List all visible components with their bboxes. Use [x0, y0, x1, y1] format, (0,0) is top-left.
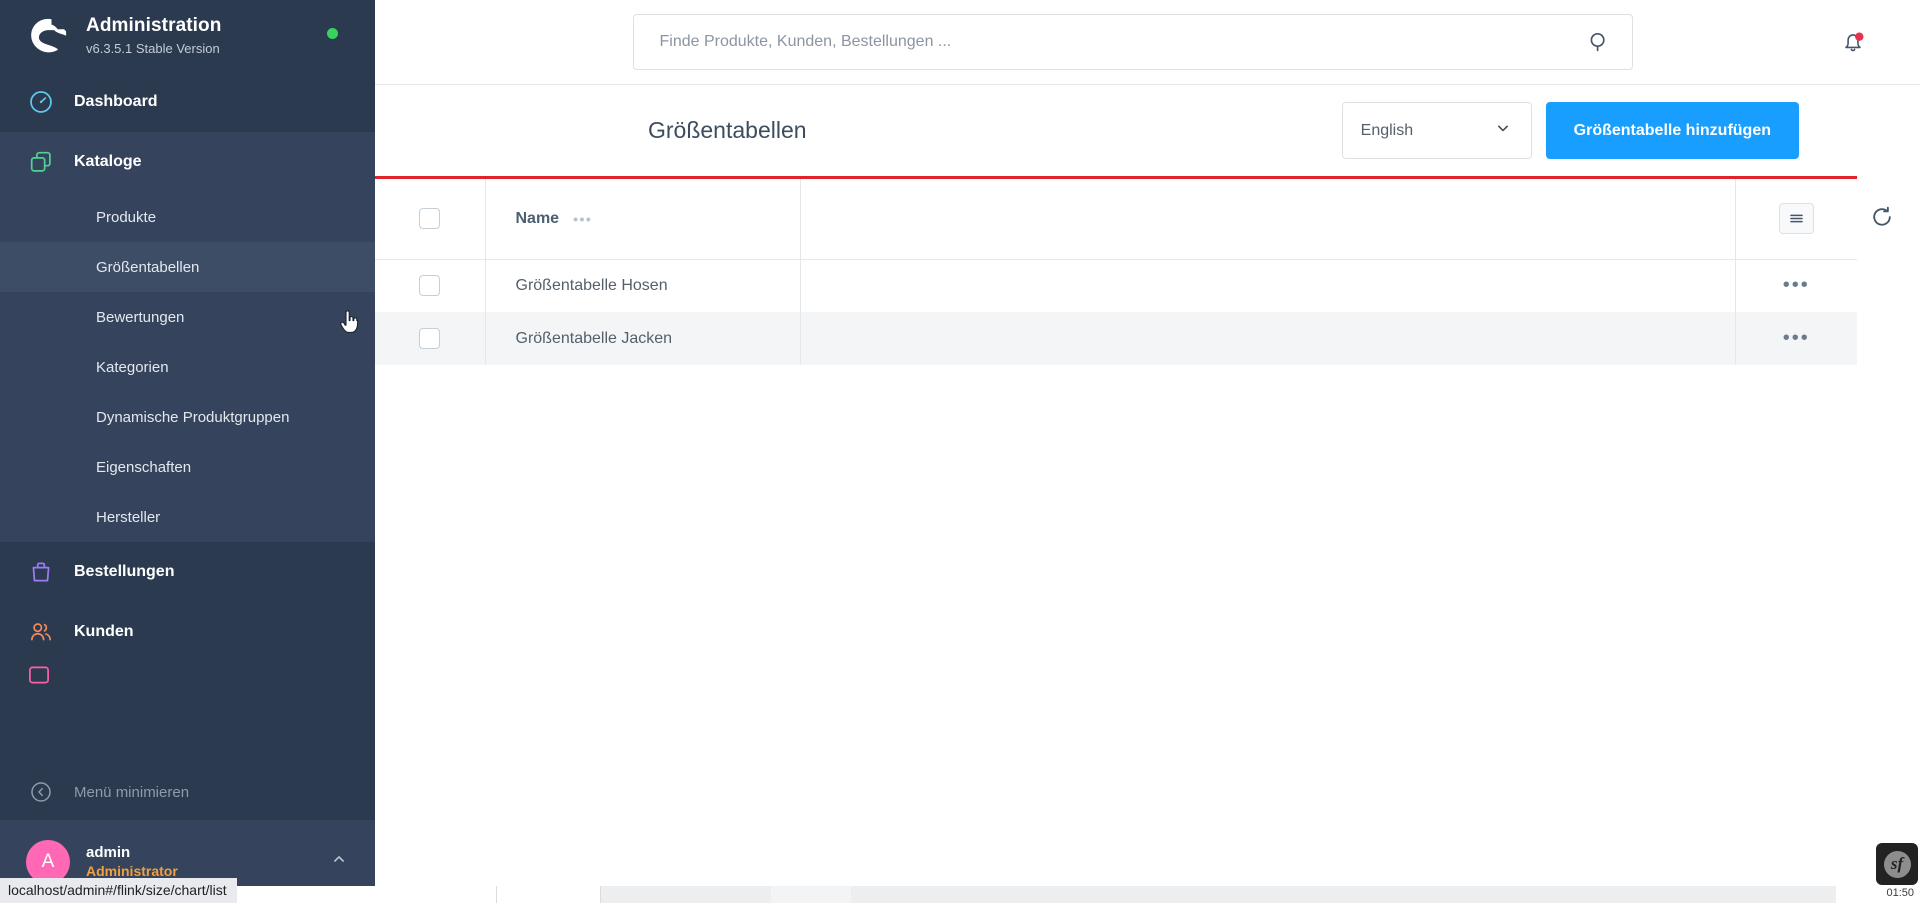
taskbar-window-2[interactable]: [601, 886, 771, 903]
sidebar-brand[interactable]: Administration v6.3.5.1 Stable Version: [0, 0, 375, 72]
column-header-name[interactable]: Name •••: [485, 179, 801, 259]
sidebar-label-dashboard: Dashboard: [74, 93, 158, 110]
column-header-blank: [800, 179, 1736, 259]
sidebar-item-hersteller[interactable]: Hersteller: [0, 492, 375, 542]
sidebar-label-bewertungen: Bewertungen: [96, 308, 185, 326]
sidebar-label-dynamische-produktgruppen: Dynamische Produktgruppen: [96, 408, 290, 426]
sidebar-label-hersteller: Hersteller: [96, 508, 161, 526]
sidebar-item-bewertungen[interactable]: Bewertungen: [0, 292, 375, 342]
size-charts-table: Name ••• Größentabelle Hosen ••• Größent…: [375, 179, 1857, 365]
refresh-icon[interactable]: [1869, 204, 1895, 230]
content-area: Name ••• Größentabelle Hosen ••• Größent…: [375, 176, 1920, 903]
page-header-actions: English Größentabelle hinzufügen: [1341, 102, 1862, 159]
sidebar-group-kataloge: Kataloge Produkte Größentabellen Bewertu…: [0, 132, 375, 542]
avatar: A: [26, 839, 70, 884]
sidebar-label-produkte: Produkte: [96, 208, 157, 226]
connection-status-dot: [327, 28, 338, 39]
symfony-debug-toolbar[interactable]: sf: [1876, 843, 1918, 885]
sidebar-label-groessentabellen: Größentabellen: [96, 258, 200, 276]
add-size-chart-button[interactable]: Größentabelle hinzufügen: [1545, 102, 1799, 159]
notifications-bell-icon[interactable]: [1838, 28, 1868, 58]
brand-version: v6.3.5.1 Stable Version: [86, 40, 220, 56]
table-body: Größentabelle Hosen ••• Größentabelle Ja…: [375, 259, 1857, 365]
sidebar-item-kategorien[interactable]: Kategorien: [0, 342, 375, 392]
sidebar-label-kataloge: Kataloge: [74, 153, 142, 170]
sidebar-item-dynamische-produktgruppen[interactable]: Dynamische Produktgruppen: [0, 392, 375, 442]
sidebar-item-bestellungen[interactable]: Bestellungen: [0, 542, 375, 602]
row-blank-cell: [800, 312, 1736, 365]
hamburger-icon[interactable]: [1778, 203, 1814, 235]
search-input[interactable]: [632, 14, 1633, 70]
row-name-cell: Größentabelle Hosen: [485, 259, 801, 312]
taskbar-window-1[interactable]: [496, 886, 601, 903]
bag-icon: [26, 557, 56, 587]
row-context-menu-icon[interactable]: •••: [1783, 275, 1810, 295]
user-name: admin: [86, 844, 131, 861]
taskbar-clock: 01:50: [1886, 887, 1914, 899]
select-all-checkbox[interactable]: [419, 208, 441, 230]
shopware-logo-icon: [26, 14, 70, 58]
data-grid-wrapper: Name ••• Größentabelle Hosen ••• Größent…: [375, 176, 1920, 365]
row-blank-cell: [800, 259, 1736, 312]
chevron-left-circle-icon: [26, 777, 56, 807]
sidebar-item-eigenschaften[interactable]: Eigenschaften: [0, 442, 375, 492]
dashboard-icon: [26, 87, 56, 117]
main-area: Größentabellen English Größentabelle hin…: [375, 0, 1920, 903]
table-row[interactable]: Größentabelle Hosen •••: [375, 259, 1857, 312]
row-context-menu-icon[interactable]: •••: [1783, 328, 1810, 348]
sidebar-item-groessentabellen[interactable]: Größentabellen: [0, 242, 375, 292]
chevron-down-icon: [1493, 118, 1513, 143]
column-header-actions: [1735, 179, 1857, 259]
table-row[interactable]: Größentabelle Jacken •••: [375, 312, 1857, 365]
brand-title: Administration: [86, 14, 222, 36]
content-icon: [26, 662, 52, 686]
row-actions-cell: •••: [1735, 312, 1857, 365]
sidebar: Administration v6.3.5.1 Stable Version D…: [0, 0, 375, 903]
users-icon: [26, 617, 56, 647]
column-options-icon[interactable]: •••: [573, 211, 592, 227]
sidebar-item-kataloge[interactable]: Kataloge: [0, 132, 375, 192]
row-checkbox[interactable]: [419, 328, 441, 349]
row-actions-cell: •••: [1735, 259, 1857, 312]
sidebar-label-kunden: Kunden: [74, 623, 134, 640]
taskbar-area: [851, 886, 1836, 903]
table-header-row: Name •••: [375, 179, 1857, 259]
page-title: Größentabellen: [648, 117, 807, 143]
chevron-up-icon[interactable]: [329, 849, 349, 874]
row-select-cell: [375, 259, 486, 312]
user-role: Administrator: [86, 863, 178, 879]
sidebar-item-kunden[interactable]: Kunden: [0, 602, 375, 662]
language-select-value: English: [1360, 121, 1414, 139]
column-label-name: Name: [515, 209, 560, 227]
top-bar: [375, 0, 1920, 85]
catalog-icon: [26, 147, 56, 177]
symfony-logo-icon: sf: [1883, 850, 1911, 878]
table-head: Name •••: [375, 179, 1857, 259]
browser-bottom-strip: 01:50: [0, 886, 1920, 903]
search-icon[interactable]: [1587, 30, 1611, 54]
row-name-cell: Größentabelle Jacken: [485, 312, 801, 365]
row-checkbox[interactable]: [419, 275, 441, 297]
sidebar-item-partial[interactable]: [0, 662, 375, 686]
select-all-header: [375, 179, 486, 259]
sidebar-label-kategorien: Kategorien: [96, 358, 169, 376]
global-search: [632, 14, 1633, 70]
app-root: Administration v6.3.5.1 Stable Version D…: [0, 0, 1920, 903]
menu-minimize-label: Menü minimieren: [74, 783, 190, 801]
sidebar-nav: Dashboard Kataloge Produkte Größentabell…: [0, 72, 375, 764]
row-select-cell: [375, 312, 486, 365]
page-header: Größentabellen English Größentabelle hin…: [375, 85, 1920, 176]
menu-minimize-button[interactable]: Menü minimieren: [0, 764, 375, 820]
sidebar-item-dashboard[interactable]: Dashboard: [0, 72, 375, 132]
sidebar-label-bestellungen: Bestellungen: [74, 563, 175, 580]
language-select[interactable]: English: [1341, 102, 1532, 159]
status-bar-url: localhost/admin#/flink/size/chart/list: [0, 878, 237, 903]
sidebar-item-produkte[interactable]: Produkte: [0, 192, 375, 242]
sidebar-label-eigenschaften: Eigenschaften: [96, 458, 192, 476]
taskbar-window-3[interactable]: [771, 886, 851, 903]
